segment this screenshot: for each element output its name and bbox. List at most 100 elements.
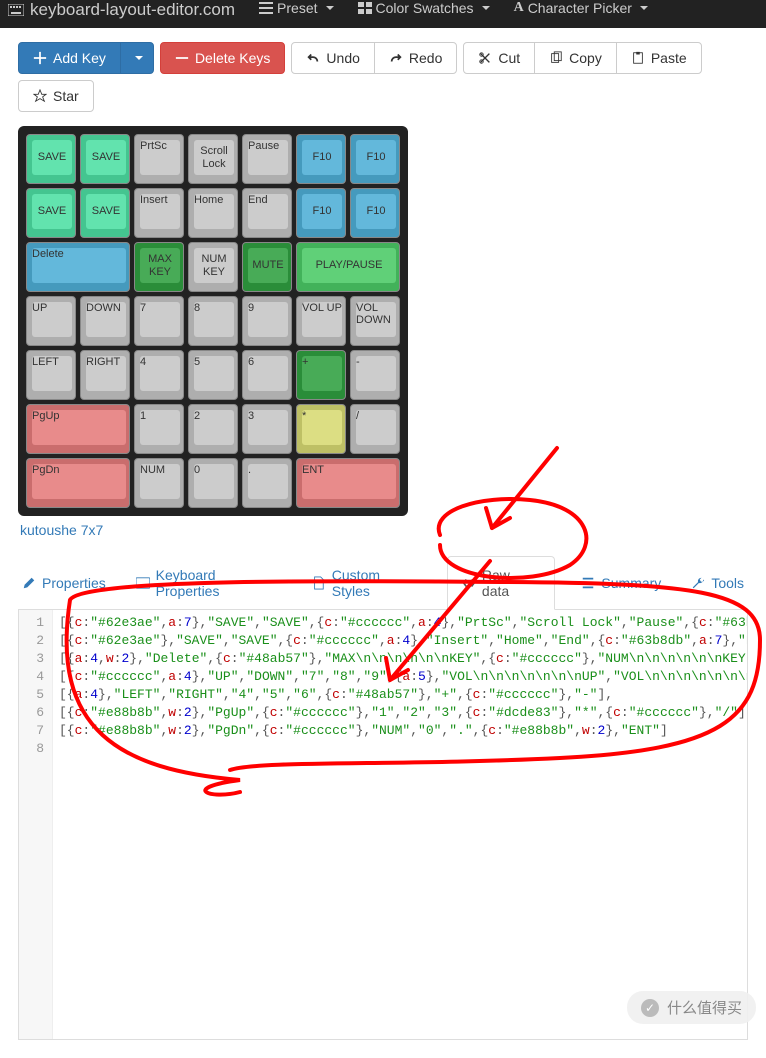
key[interactable]: PrtSc (134, 134, 184, 184)
key[interactable]: ENT (296, 458, 400, 508)
pencil-icon (22, 576, 36, 590)
delete-keys-button[interactable]: Delete Keys (160, 42, 285, 74)
tab-properties[interactable]: Properties (18, 556, 110, 609)
key[interactable]: MUTE (242, 242, 292, 292)
key[interactable]: * (296, 404, 346, 454)
key[interactable]: 5 (188, 350, 238, 400)
cut-button[interactable]: Cut (463, 42, 535, 74)
key-label: Insert (140, 194, 168, 206)
key-label: VOL DOWN (356, 302, 396, 326)
toolbar: Add Key Delete Keys Undo Redo Cut (0, 28, 766, 118)
nav-swatches-label: Color Swatches (376, 0, 474, 16)
key[interactable]: 8 (188, 296, 238, 346)
caret-icon (482, 6, 490, 10)
nav-charpicker[interactable]: A Character Picker (514, 0, 648, 16)
key[interactable]: 7 (134, 296, 184, 346)
key[interactable]: VOL UP (296, 296, 346, 346)
key[interactable]: PgUp (26, 404, 130, 454)
paste-icon (631, 51, 645, 65)
minus-icon (175, 51, 189, 65)
key[interactable]: 0 (188, 458, 238, 508)
key[interactable]: Scroll Lock (188, 134, 238, 184)
key-label: Delete (32, 248, 64, 260)
key[interactable]: Home (188, 188, 238, 238)
key[interactable]: - (350, 350, 400, 400)
nav-swatches[interactable]: Color Swatches (358, 0, 490, 16)
tab-styles-label: Custom Styles (332, 567, 421, 599)
paste-button[interactable]: Paste (616, 42, 702, 74)
key[interactable]: 4 (134, 350, 184, 400)
key[interactable]: SAVE (26, 134, 76, 184)
redo-button[interactable]: Redo (374, 42, 457, 74)
key-label: DOWN (86, 302, 121, 314)
watermark: ✓ 什么值得买 (627, 991, 756, 1024)
key[interactable]: NUM (134, 458, 184, 508)
key-label: 9 (248, 302, 254, 314)
raw-data-editor[interactable]: 12345678 [{c:"#62e3ae",a:7},"SAVE","SAVE… (18, 610, 748, 1040)
key[interactable]: F10 (296, 188, 346, 238)
key[interactable]: SAVE (80, 188, 130, 238)
paste-label: Paste (651, 50, 687, 66)
key[interactable]: LEFT (26, 350, 76, 400)
brand[interactable]: keyboard-layout-editor.com (8, 0, 235, 20)
key[interactable]: VOL DOWN (350, 296, 400, 346)
key-label: F10 (367, 205, 386, 217)
editor-code[interactable]: [{c:"#62e3ae",a:7},"SAVE","SAVE",{c:"#cc… (53, 610, 747, 1039)
tab-raw-label: Raw data (482, 567, 541, 599)
grid-icon (358, 2, 372, 14)
key[interactable]: 2 (188, 404, 238, 454)
tab-tools[interactable]: Tools (687, 556, 748, 609)
key[interactable]: . (242, 458, 292, 508)
add-key-dropdown[interactable] (120, 42, 154, 74)
editor-gutter: 12345678 (19, 610, 53, 1039)
key[interactable]: F10 (350, 188, 400, 238)
key[interactable]: UP (26, 296, 76, 346)
key-label: PrtSc (140, 140, 167, 152)
undo-button[interactable]: Undo (291, 42, 374, 74)
key-label: NUM (140, 464, 165, 476)
tab-custom-styles[interactable]: Custom Styles (308, 556, 425, 609)
key[interactable]: Insert (134, 188, 184, 238)
check-icon: ✓ (641, 999, 659, 1017)
key-label: * (302, 410, 306, 422)
key[interactable]: / (350, 404, 400, 454)
key[interactable]: SAVE (26, 188, 76, 238)
key-label: F10 (313, 205, 332, 217)
add-key-button[interactable]: Add Key (18, 42, 121, 74)
tabs: Properties Keyboard Properties Custom St… (18, 556, 748, 610)
nav-preset[interactable]: Preset (259, 0, 333, 16)
key[interactable]: RIGHT (80, 350, 130, 400)
key-label: MAX KEY (140, 253, 180, 277)
key[interactable]: Delete (26, 242, 130, 292)
key-label: PLAY/PAUSE (316, 259, 383, 271)
key[interactable]: + (296, 350, 346, 400)
undo-label: Undo (326, 50, 359, 66)
key-label: SAVE (92, 151, 121, 163)
tab-raw-data[interactable]: Raw data (447, 556, 555, 610)
key-label: 6 (248, 356, 254, 368)
key[interactable]: Pause (242, 134, 292, 184)
key[interactable]: 6 (242, 350, 292, 400)
tab-properties-label: Properties (42, 575, 106, 591)
tab-kbdprops-label: Keyboard Properties (156, 567, 282, 599)
tab-keyboard-properties[interactable]: Keyboard Properties (132, 556, 286, 609)
keyboard-title[interactable]: kutoushe 7x7 (18, 516, 748, 538)
key[interactable]: 9 (242, 296, 292, 346)
key[interactable]: PgDn (26, 458, 130, 508)
undo-icon (306, 51, 320, 65)
plus-icon (33, 51, 47, 65)
keyboard[interactable]: SAVESAVEPrtScScroll LockPauseF10F10SAVES… (18, 126, 408, 516)
key[interactable]: NUM KEY (188, 242, 238, 292)
key[interactable]: F10 (296, 134, 346, 184)
key[interactable]: MAX KEY (134, 242, 184, 292)
key[interactable]: F10 (350, 134, 400, 184)
star-button[interactable]: Star (18, 80, 94, 112)
key[interactable]: 1 (134, 404, 184, 454)
key[interactable]: End (242, 188, 292, 238)
tab-summary[interactable]: Summary (577, 556, 665, 609)
key[interactable]: DOWN (80, 296, 130, 346)
key[interactable]: SAVE (80, 134, 130, 184)
copy-button[interactable]: Copy (534, 42, 617, 74)
key[interactable]: PLAY/PAUSE (296, 242, 400, 292)
key[interactable]: 3 (242, 404, 292, 454)
